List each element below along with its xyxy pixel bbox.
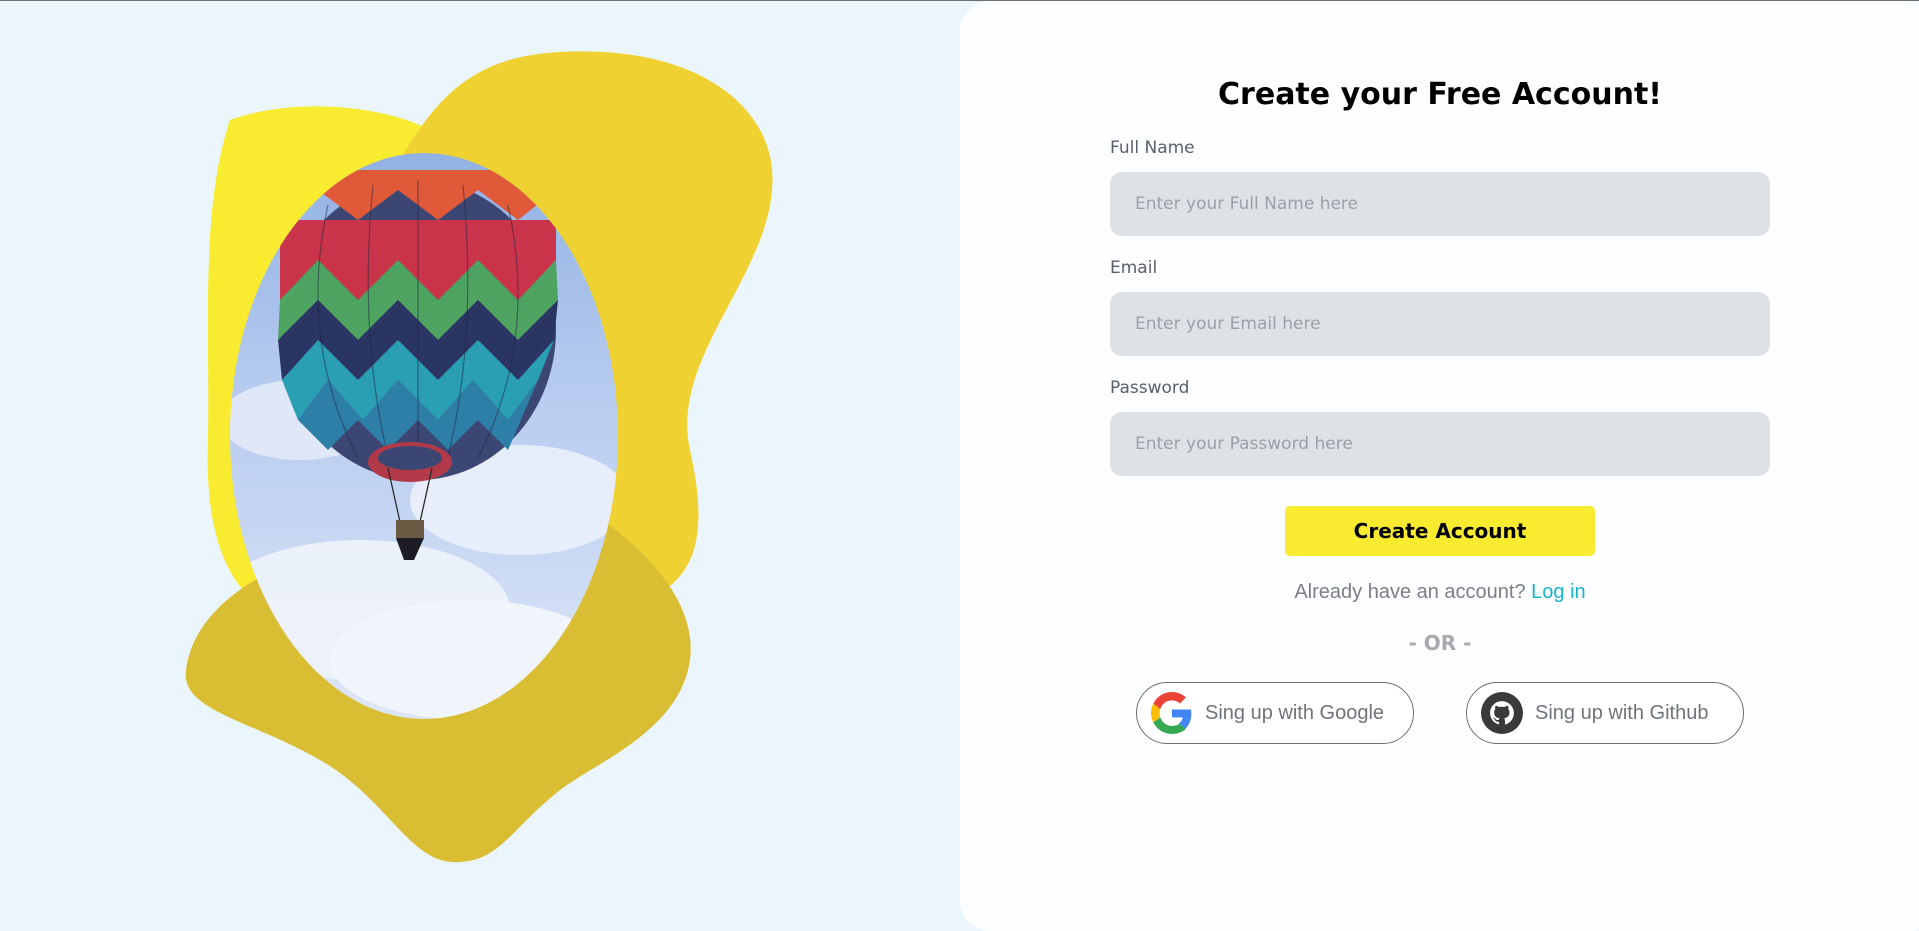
password-field[interactable] <box>1110 412 1770 476</box>
google-signup-label: Sing up with Google <box>1205 701 1385 724</box>
login-link[interactable]: Log in <box>1531 581 1586 603</box>
email-field[interactable] <box>1110 292 1770 356</box>
login-prompt-text: Already have an account? <box>1294 581 1526 603</box>
password-label: Password <box>1110 378 1190 398</box>
github-signup-label: Sing up with Github <box>1535 701 1709 724</box>
page-title: Create your Free Account! <box>1218 77 1662 112</box>
full-name-label: Full Name <box>1110 138 1195 158</box>
signup-card: Create your Free Account! Full Name Emai… <box>960 1 1919 931</box>
google-signup-button[interactable]: Sing up with Google <box>1136 682 1414 744</box>
login-prompt-row: Already have an account? Log in <box>960 581 1919 604</box>
balloon-illustration <box>185 51 773 863</box>
hero-illustration <box>0 0 960 909</box>
email-label: Email <box>1110 258 1158 278</box>
create-account-button[interactable]: Create Account <box>1285 506 1595 556</box>
full-name-field[interactable] <box>1110 172 1770 236</box>
github-signup-button[interactable]: Sing up with Github <box>1466 682 1744 744</box>
or-divider: - OR - <box>1408 631 1472 655</box>
google-icon <box>1151 692 1193 734</box>
github-icon <box>1481 692 1523 734</box>
